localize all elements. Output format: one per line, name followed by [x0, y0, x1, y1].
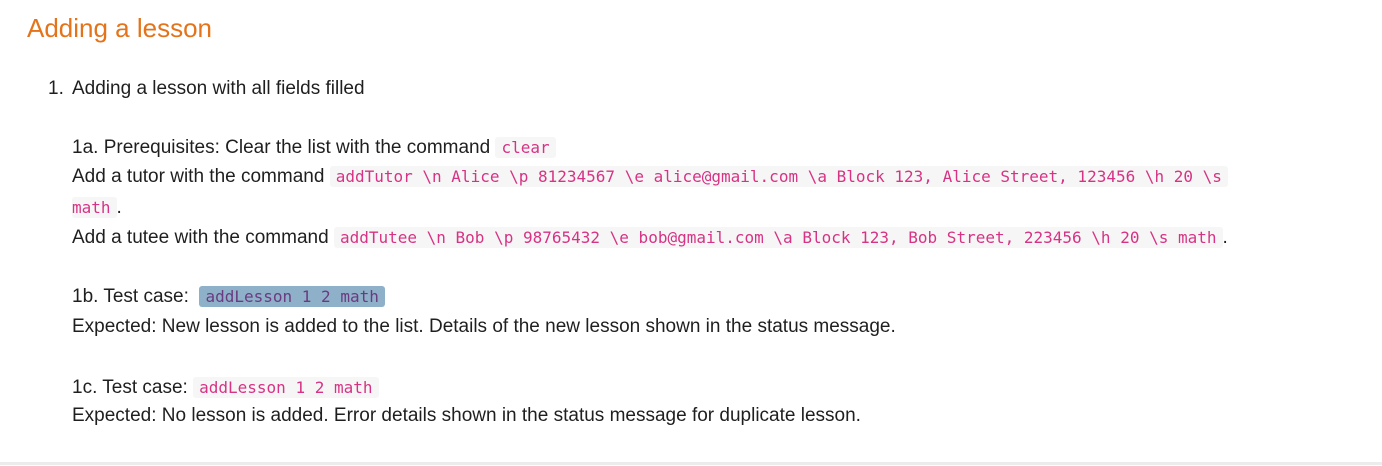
test-case-b-expected: Expected: New lesson is added to the lis…: [72, 316, 896, 337]
add-tutor-line-continued: math.: [72, 195, 122, 221]
step-title: Adding a lesson with all fields filled: [72, 78, 365, 99]
add-tutor-line: Add a tutor with the command addTutor \n…: [72, 164, 1228, 190]
test-case-c-command: addLesson 1 2 math: [193, 377, 379, 398]
step-number: 1.: [48, 78, 64, 99]
test-case-c-label: 1c. Test case:: [72, 377, 188, 398]
test-case-c-line: 1c. Test case: addLesson 1 2 math: [72, 375, 379, 401]
test-case-b-command: addLesson 1 2 math: [199, 286, 385, 307]
prerequisites-label: 1a. Prerequisites: Clear the list with t…: [72, 137, 491, 158]
clear-command: clear: [495, 137, 556, 158]
add-tutor-command: addTutor \n Alice \p 81234567 \e alice@g…: [329, 166, 1228, 187]
prerequisites-line: 1a. Prerequisites: Clear the list with t…: [72, 135, 556, 161]
add-tutor-command-continued: math: [72, 197, 117, 218]
section-heading: Adding a lesson: [27, 13, 213, 43]
test-case-c-expected: Expected: No lesson is added. Error deta…: [72, 405, 861, 426]
add-tutor-label: Add a tutor with the command: [72, 166, 325, 187]
section-divider: [0, 462, 1382, 465]
test-case-b-label: 1b. Test case:: [72, 286, 189, 307]
add-tutee-end: .: [1222, 227, 1228, 248]
add-tutee-line: Add a tutee with the command addTutee \n…: [72, 225, 1228, 251]
add-tutee-command: addTutee \n Bob \p 98765432 \e bob@gmail…: [333, 227, 1223, 248]
test-case-b-line: 1b. Test case: addLesson 1 2 math: [72, 284, 385, 310]
add-tutee-label: Add a tutee with the command: [72, 227, 329, 248]
add-tutor-end: .: [116, 197, 122, 218]
step-1-heading: 1. Adding a lesson with all fields filled: [48, 76, 365, 102]
